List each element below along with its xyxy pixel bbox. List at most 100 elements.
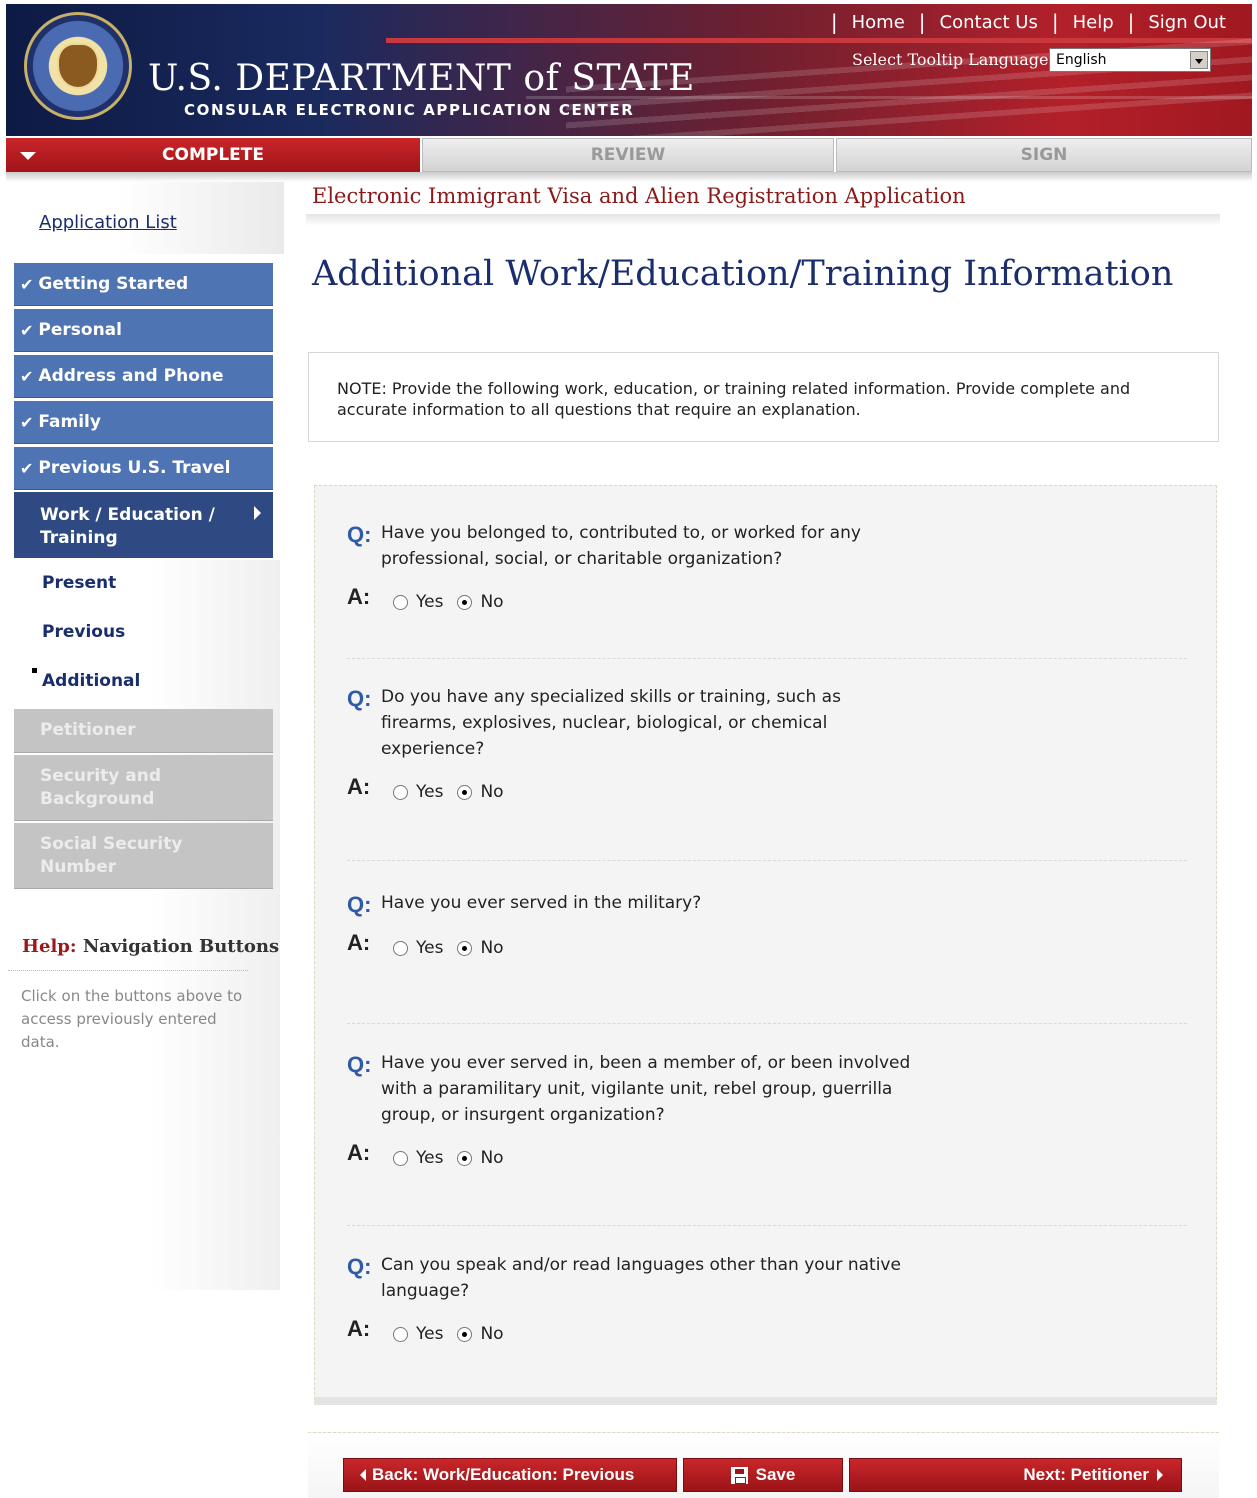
sidebar-subitem-label: Present: [42, 573, 117, 593]
sidebar-item-address-and-phone[interactable]: ✔ Address and Phone: [14, 355, 273, 398]
question-text: Can you speak and/or read languages othe…: [381, 1255, 901, 1301]
yes-radio[interactable]: Yes: [393, 782, 443, 802]
question-label: Q:: [347, 1052, 372, 1077]
radio-selected-icon[interactable]: [457, 1150, 473, 1166]
answer-label: A:: [347, 774, 371, 799]
step-sign-label: SIGN: [1020, 145, 1068, 165]
yes-label: Yes: [416, 938, 444, 958]
answer-label: A:: [347, 930, 371, 955]
question-label: Q:: [347, 686, 372, 711]
application-list-link[interactable]: Application List: [39, 212, 177, 233]
radio-icon[interactable]: [393, 1150, 408, 1166]
radio-icon[interactable]: [393, 940, 408, 956]
top-links: | Home | Contact Us | Help | Sign Out: [830, 10, 1226, 34]
sidebar-item-petitioner: Petitioner: [14, 709, 273, 753]
sidebar-item-work-education-training[interactable]: Work / Education / Training: [14, 492, 273, 558]
radio-selected-icon[interactable]: [457, 784, 473, 800]
sidebar-item-previous-us-travel[interactable]: ✔ Previous U.S. Travel: [14, 447, 273, 490]
sidebar-item-label: Work / Education / Training: [40, 505, 215, 548]
header-stripe: [386, 38, 1252, 43]
sidebar-subitem-label: Previous: [42, 622, 126, 642]
help-link[interactable]: Help: [1073, 12, 1114, 33]
yes-radio[interactable]: Yes: [393, 592, 443, 612]
radio-icon[interactable]: [393, 784, 408, 800]
yes-radio[interactable]: Yes: [393, 938, 443, 958]
answer-label: A:: [347, 1316, 371, 1341]
sidebar-item-label: Getting Started: [38, 274, 189, 294]
sidebar-item-social-security-number: Social Security Number: [14, 823, 273, 889]
help-heading: Help: Navigation Buttons: [22, 936, 279, 957]
department-seal-icon: [24, 12, 132, 120]
chevron-down-icon[interactable]: [1190, 51, 1208, 69]
checkmark-icon: ✔: [20, 458, 34, 478]
step-sign[interactable]: SIGN: [836, 138, 1252, 172]
site-header: U.S. DEPARTMENT of STATE CONSULAR ELECTR…: [6, 4, 1252, 136]
back-button[interactable]: Back: Work/Education: Previous: [343, 1458, 677, 1492]
checkmark-icon: ✔: [20, 366, 34, 386]
step-complete[interactable]: COMPLETE: [6, 138, 420, 172]
question-divider: [347, 860, 1187, 861]
question-item: Q: Have you belonged to, contributed to, …: [347, 522, 1187, 612]
question-divider: [347, 658, 1187, 659]
no-label: No: [480, 1148, 504, 1168]
question-text: Have you ever served in, been a member o…: [381, 1053, 911, 1125]
step-review-label: REVIEW: [590, 145, 666, 165]
no-radio[interactable]: No: [457, 938, 504, 958]
radio-icon[interactable]: [393, 1326, 408, 1342]
no-label: No: [480, 782, 504, 802]
question-label: Q:: [347, 1254, 372, 1279]
no-radio[interactable]: No: [457, 782, 504, 802]
note-box: NOTE: Provide the following work, educat…: [308, 352, 1219, 442]
note-text: NOTE: Provide the following work, educat…: [337, 379, 1131, 419]
sidebar-item-security-and-background: Security and Background: [14, 755, 273, 821]
sidebar-item-family[interactable]: ✔ Family: [14, 401, 273, 444]
floppy-disk-icon: [730, 1466, 748, 1484]
help-label: Help:: [22, 936, 77, 957]
sidebar-subitem-previous[interactable]: Previous: [14, 617, 273, 647]
question-item: Q: Do you have any specialized skills or …: [347, 686, 1187, 802]
answer-label: A:: [347, 1140, 371, 1165]
page-title: Additional Work/Education/Training Infor…: [312, 254, 1174, 294]
yes-radio[interactable]: Yes: [393, 1324, 443, 1344]
yes-label: Yes: [416, 1324, 444, 1344]
radio-selected-icon[interactable]: [457, 594, 473, 610]
sidebar-subitem-additional[interactable]: Additional: [14, 666, 273, 696]
step-bar-shadow: [6, 172, 1252, 182]
radio-selected-icon[interactable]: [457, 1326, 473, 1342]
contact-us-link[interactable]: Contact Us: [940, 12, 1038, 33]
questions-panel: Q: Have you belonged to, contributed to, …: [314, 485, 1217, 1405]
next-button-label: Next: Petitioner: [1023, 1465, 1149, 1484]
title-divider: [306, 214, 1220, 226]
tooltip-language-value: English: [1056, 52, 1107, 68]
no-radio[interactable]: No: [457, 1324, 504, 1344]
no-label: No: [480, 1324, 504, 1344]
department-title: U.S. DEPARTMENT of STATE: [148, 58, 695, 99]
help-text: Click on the buttons above to access pre…: [21, 987, 243, 1051]
department-subtitle: CONSULAR ELECTRONIC APPLICATION CENTER: [184, 101, 635, 119]
save-button[interactable]: Save: [683, 1458, 843, 1492]
yes-radio[interactable]: Yes: [393, 1148, 443, 1168]
sidebar-item-label: Social Security Number: [40, 833, 183, 877]
question-item: Q: Have you ever served in, been a member…: [347, 1052, 1187, 1168]
sidebar-item-label: Security and Background: [40, 765, 162, 809]
no-radio[interactable]: No: [457, 1148, 504, 1168]
question-text: Have you ever served in the military?: [381, 893, 702, 913]
step-bar: COMPLETE REVIEW SIGN: [6, 138, 1252, 172]
next-button[interactable]: Next: Petitioner: [849, 1458, 1182, 1492]
sign-out-link[interactable]: Sign Out: [1148, 12, 1226, 33]
tooltip-language-label: Select Tooltip Language:: [852, 50, 1054, 69]
no-label: No: [480, 592, 504, 612]
radio-icon[interactable]: [393, 594, 408, 610]
sidebar-item-getting-started[interactable]: ✔ Getting Started: [14, 263, 273, 306]
radio-selected-icon[interactable]: [457, 940, 473, 956]
step-review[interactable]: REVIEW: [422, 138, 834, 172]
checkmark-icon: ✔: [20, 412, 34, 432]
no-radio[interactable]: No: [457, 592, 504, 612]
sidebar-subitem-present[interactable]: Present: [14, 568, 273, 598]
home-link[interactable]: Home: [852, 12, 905, 33]
question-divider: [347, 1225, 1187, 1226]
help-title: Navigation Buttons: [82, 936, 280, 957]
tooltip-language-select[interactable]: English: [1049, 48, 1211, 72]
question-text: Have you belonged to, contributed to, or…: [381, 523, 861, 569]
sidebar-item-personal[interactable]: ✔ Personal: [14, 309, 273, 352]
